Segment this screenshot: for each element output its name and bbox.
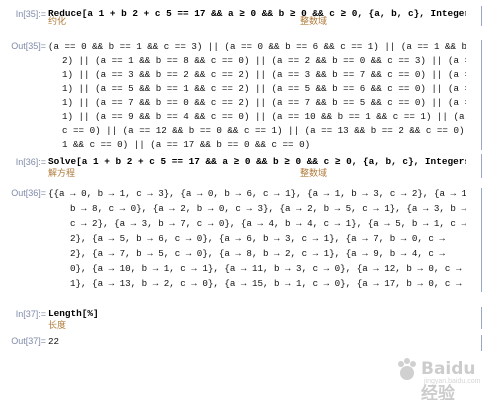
cell-bracket[interactable] (481, 188, 482, 292)
baidu-watermark: Baidu 经验 jingyan.baidu.com (396, 356, 492, 400)
out-label-36: Out[36]= (11, 188, 46, 198)
mathematica-notebook: In[35]:= Reduce[a 1 + b 2 + c 5 == 17 &&… (0, 0, 500, 400)
out-label-37: Out[37]= (11, 336, 46, 346)
cell-bracket[interactable] (481, 6, 482, 26)
output-line: 1) || (a == 5 && b == 1 && c == 2) || (a… (62, 83, 500, 94)
in-label-36: In[36]:= (15, 157, 46, 167)
cell-bracket[interactable] (481, 40, 482, 150)
output-line: 1 && c == 0) || (a == 17 && b == 0 && c … (62, 139, 311, 150)
annotation-length: 长度 (48, 321, 67, 331)
solve-input[interactable]: Solve[a 1 + b 2 + c 5 == 17 && a ≥ 0 && … (48, 155, 476, 169)
input-cell-35[interactable]: In[35]:= Reduce[a 1 + b 2 + c 5 == 17 &&… (0, 6, 481, 24)
watermark-url: jingyan.baidu.com (424, 378, 481, 385)
output-line: b → 8, c → 0}, {a → 2, b → 0, c → 3}, {a… (70, 203, 484, 214)
output-line: (a == 0 && b == 1 && c == 3) || (a == 0 … (48, 41, 500, 52)
length-result: 22 (48, 336, 60, 347)
output-cell-36: Out[36]= {{a → 0, b → 1, c → 3}, {a → 0,… (0, 187, 483, 291)
annotation-reduce: 约化 (48, 17, 67, 27)
output-line: 1) || (a == 7 && b == 0 && c == 2) || (a… (62, 97, 500, 108)
out-label-35: Out[35]= (11, 41, 46, 51)
output-line: c → 2}, {a → 3, b → 7, c → 0}, {a → 4, b… (70, 218, 467, 229)
output-line: 2}, {a → 5, b → 6, c → 0}, {a → 6, b → 3… (70, 233, 445, 244)
output-line: c == 0) || (a == 12 && b == 0 && c == 1)… (62, 125, 498, 136)
cell-bracket[interactable] (481, 154, 482, 178)
output-line: 2) || (a == 1 && b == 8 && c == 0) || (a… (62, 55, 500, 66)
output-line: 1) || (a == 3 && b == 2 && c == 2) || (a… (62, 69, 500, 80)
output-line: 2}, {a → 7, b → 5, c → 0}, {a → 8, b → 2… (70, 248, 445, 259)
cell-bracket[interactable] (481, 335, 482, 351)
paw-icon (398, 358, 416, 380)
length-input[interactable]: Length[%] (48, 307, 466, 321)
cell-bracket[interactable] (481, 307, 482, 329)
in-label-35: In[35]:= (15, 9, 46, 19)
annotation-integers-36: 整数域 (300, 169, 328, 179)
output-line: {{a → 0, b → 1, c → 3}, {a → 0, b → 6, c… (48, 188, 473, 199)
output-line: 1) || (a == 9 && b == 4 && c == 0) || (a… (62, 111, 498, 122)
output-line: 0}, {a → 10, b → 1, c → 1}, {a → 11, b →… (70, 263, 462, 274)
reduce-input[interactable]: Reduce[a 1 + b 2 + c 5 == 17 && a ≥ 0 &&… (48, 7, 481, 21)
output-line: 1}, {a → 13, b → 2, c → 0}, {a → 15, b →… (70, 278, 484, 289)
output-cell-37: Out[37]= 22 (0, 334, 466, 352)
output-cell-35: Out[35]= (a == 0 && b == 1 && c == 3) ||… (0, 40, 500, 150)
annotation-solve: 解方程 (48, 169, 76, 179)
cell-bracket-rail (466, 0, 500, 400)
input-cell-37[interactable]: In[37]:= Length[%] (0, 306, 466, 324)
in-label-37: In[37]:= (15, 309, 46, 319)
annotation-integers-35: 整数域 (300, 17, 328, 27)
